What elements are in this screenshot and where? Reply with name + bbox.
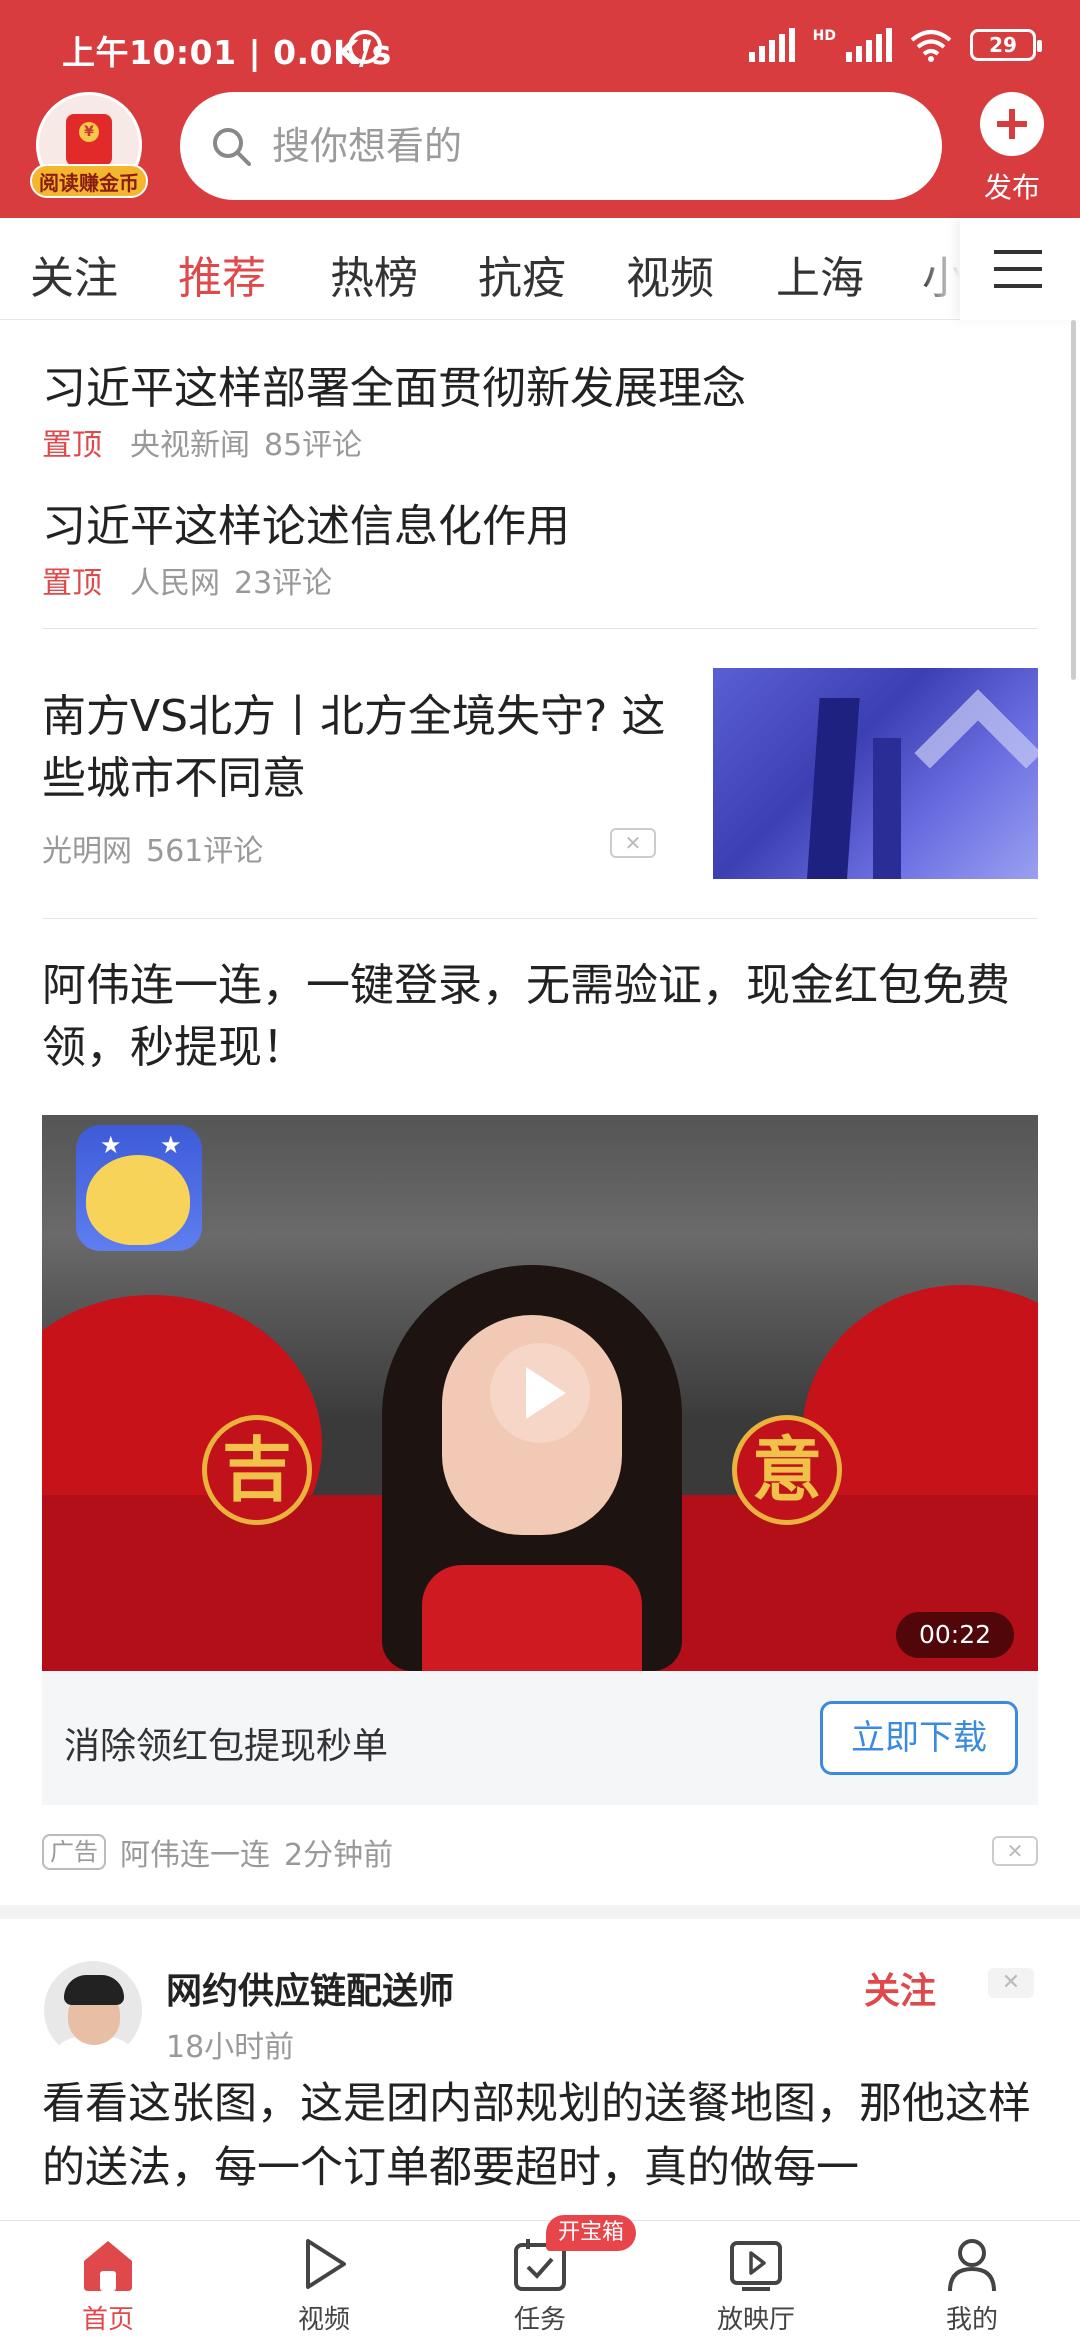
article-meta: 光明网 561评论 <box>42 826 263 870</box>
follow-button[interactable]: 关注 <box>864 1962 936 2014</box>
dismiss-article-button[interactable]: ✕ <box>610 828 656 858</box>
video-duration: 00:22 <box>896 1612 1014 1658</box>
news-source: 光明网 <box>42 834 132 869</box>
status-time: 上午10:01 | 0.0K/s <box>62 33 392 72</box>
ad-action-bar: 消除领红包提现秒单 立即下载 <box>42 1671 1038 1805</box>
wifi-icon <box>910 30 952 62</box>
news-source: 央视新闻 <box>130 428 250 463</box>
publish-label: 发布 <box>983 171 1040 204</box>
video-char-right: 意 <box>732 1415 842 1525</box>
section-gap <box>0 1905 1080 1919</box>
home-icon <box>84 2241 132 2291</box>
ad-title[interactable]: 阿伟连一连，一键登录，无需验证，现金红包免费领，秒提现！ <box>42 955 1042 1079</box>
divider <box>42 628 1038 629</box>
dismiss-post-button[interactable]: ✕ <box>988 1968 1034 1998</box>
post-time: 18小时前 <box>166 2030 295 2065</box>
channel-tabs: 关注 推荐 热榜 抗疫 视频 上海 小 <box>0 218 1080 320</box>
app-header: 上午10:01 | 0.0K/s HD 29 阅读赚金币 <box>0 0 1080 218</box>
tab-follow[interactable]: 关注 <box>30 242 118 306</box>
tab-antiepidemic[interactable]: 抗疫 <box>478 242 566 306</box>
nav-label: 首页 <box>81 2305 134 2335</box>
battery-icon: 29 <box>970 29 1042 61</box>
video-char-left: 吉 <box>202 1415 312 1525</box>
nav-label: 我的 <box>945 2305 998 2335</box>
avatar[interactable] <box>44 1961 142 2059</box>
nav-theater[interactable]: 放映厅 <box>648 2221 864 2340</box>
search-bar[interactable] <box>180 92 942 200</box>
video-presenter <box>382 1265 682 1671</box>
red-packet-icon <box>66 114 112 166</box>
article-thumbnail[interactable] <box>713 668 1038 879</box>
user-icon <box>948 2239 996 2292</box>
alarm-icon <box>348 30 382 64</box>
tab-fade <box>920 228 960 310</box>
ad-bar-text: 消除领红包提现秒单 <box>64 1726 389 1767</box>
nav-label: 放映厅 <box>716 2305 795 2335</box>
article-title[interactable]: 南方VS北方丨北方全境失守? 这些城市不同意 <box>42 686 702 810</box>
bottom-nav: 首页 视频 开宝箱 任务 放映厅 我的 <box>0 2215 1080 2340</box>
pin-tag: 置顶 <box>42 566 102 601</box>
play-outline-icon <box>306 2239 346 2289</box>
nav-label: 视频 <box>297 2305 350 2335</box>
read-earn-coins-button[interactable]: 阅读赚金币 <box>30 92 148 210</box>
status-icons: HD 29 <box>748 28 1042 62</box>
signal-icon <box>748 28 795 62</box>
tab-hot[interactable]: 热榜 <box>330 242 418 306</box>
comment-count: 23评论 <box>234 566 333 601</box>
hd-label: HD <box>812 28 836 44</box>
scrollbar[interactable] <box>1071 320 1076 680</box>
tab-video[interactable]: 视频 <box>626 242 714 306</box>
app-logo-icon: ★ ★ <box>76 1125 202 1251</box>
ad-meta: 广告 阿伟连一连 2分钟前 <box>42 1830 393 1874</box>
tab-shanghai[interactable]: 上海 <box>776 242 864 306</box>
search-input[interactable] <box>272 124 872 168</box>
pinned-news-meta-1: 置顶 央视新闻 85评论 <box>42 420 362 464</box>
author-name[interactable]: 网约供应链配送师 <box>166 1962 454 2014</box>
tab-recommend[interactable]: 推荐 <box>178 242 266 306</box>
task-badge: 开宝箱 <box>546 2215 637 2251</box>
comment-count: 561评论 <box>146 834 264 869</box>
channel-menu-button[interactable] <box>960 218 1080 320</box>
nav-label: 任务 <box>513 2305 566 2335</box>
ad-video[interactable]: 吉 意 ★ ★ 00:22 <box>42 1115 1038 1671</box>
comment-count: 85评论 <box>264 428 363 463</box>
post-text[interactable]: 看看这张图，这是团内部规划的送餐地图，那他这样的送法，每一个订单都要超时，真的做… <box>42 2072 1042 2222</box>
pinned-news-meta-2: 置顶 人民网 23评论 <box>42 558 332 602</box>
divider <box>42 918 1038 919</box>
search-icon <box>213 128 251 166</box>
theater-icon <box>730 2241 782 2291</box>
nav-video[interactable]: 视频 <box>216 2221 432 2340</box>
advertiser-name: 阿伟连一连 <box>120 1838 270 1873</box>
pinned-news-title-2[interactable]: 习近平这样论述信息化作用 <box>42 490 570 554</box>
signal-icon-2 <box>846 28 892 62</box>
plus-icon <box>980 92 1044 156</box>
ad-tag: 广告 <box>42 1834 106 1870</box>
nav-profile[interactable]: 我的 <box>864 2221 1080 2340</box>
publish-button[interactable]: 发布 <box>972 92 1052 206</box>
nav-task[interactable]: 开宝箱 任务 <box>432 2215 648 2340</box>
coin-label: 阅读赚金币 <box>30 164 148 198</box>
status-bar: 上午10:01 | 0.0K/s HD 29 <box>0 0 1080 90</box>
ad-time: 2分钟前 <box>284 1838 394 1873</box>
pin-tag: 置顶 <box>42 428 102 463</box>
pinned-news-title-1[interactable]: 习近平这样部署全面贯彻新发展理念 <box>42 352 746 416</box>
download-button[interactable]: 立即下载 <box>820 1701 1018 1775</box>
news-source: 人民网 <box>130 566 220 601</box>
play-icon[interactable] <box>490 1343 590 1443</box>
menu-icon <box>994 250 1042 254</box>
nav-home[interactable]: 首页 <box>0 2221 216 2340</box>
dismiss-ad-button[interactable]: ✕ <box>992 1836 1038 1866</box>
